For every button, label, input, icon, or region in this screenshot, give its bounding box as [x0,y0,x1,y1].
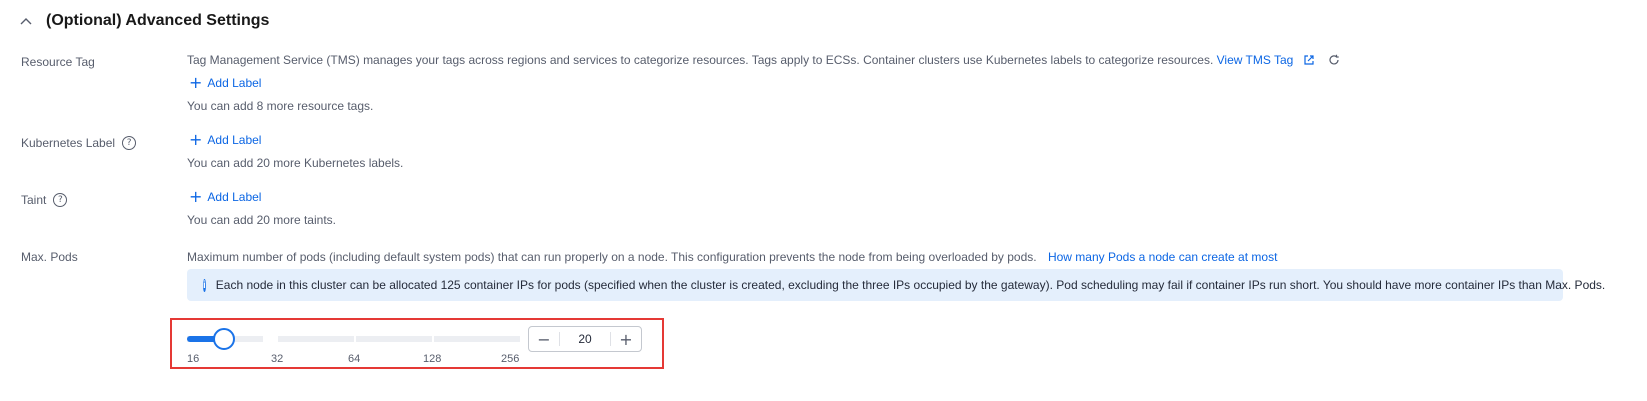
resource-tag-hint: You can add 8 more resource tags. [187,99,374,113]
external-link-icon[interactable] [1303,54,1315,66]
view-tms-tag-link[interactable]: View TMS Tag [1217,53,1294,67]
increment-button[interactable]: + [611,327,641,351]
decrement-button[interactable]: − [529,327,559,351]
slider-tick-label: 16 [187,353,200,365]
max-pods-slider[interactable] [187,328,520,350]
taint-hint: You can add 20 more taints. [187,213,336,227]
slider-tick-label: 256 [501,353,520,365]
max-pods-input[interactable]: 20 [560,332,610,346]
taint-label: Taint ? [21,193,68,207]
slider-tick-label: 32 [271,353,284,365]
max-pods-label: Max. Pods [21,250,78,264]
info-banner: i Each node in this cluster can be alloc… [187,269,1605,301]
slider-segment [356,336,432,342]
resource-tag-add-label-button[interactable]: + Add Label [189,73,261,92]
taint-add-label-button[interactable]: + Add Label [189,187,261,206]
info-circle-icon: i [203,278,206,292]
section-header[interactable]: (Optional) Advanced Settings [20,12,269,30]
plus-icon: + [189,73,203,92]
kubernetes-label-hint: You can add 20 more Kubernetes labels. [187,156,404,170]
slider-tick-label: 128 [423,353,442,365]
slider-tick-label: 64 [348,353,361,365]
chevron-up-icon[interactable] [20,17,32,25]
slider-handle[interactable] [213,328,235,350]
slider-segment [434,336,520,342]
info-text: Each node in this cluster can be allocat… [215,278,1606,292]
resource-tag-label: Resource Tag [21,55,95,69]
question-circle-icon[interactable]: ? [53,193,68,207]
kubernetes-label-label: Kubernetes Label ? [21,136,137,150]
max-pods-stepper[interactable]: − 20 + [528,326,642,352]
kubernetes-label-add-label-button[interactable]: + Add Label [189,130,261,149]
slider-segment [278,336,354,342]
max-pods-description: Maximum number of pods (including defaul… [187,250,1278,264]
plus-icon: + [189,187,203,206]
question-circle-icon[interactable]: ? [122,136,137,150]
resource-tag-description: Tag Management Service (TMS) manages you… [187,53,1340,67]
refresh-icon[interactable] [1328,54,1340,66]
section-title: (Optional) Advanced Settings [46,12,270,29]
plus-icon: + [189,130,203,149]
max-pods-help-link[interactable]: How many Pods a node can create at most [1048,250,1277,264]
